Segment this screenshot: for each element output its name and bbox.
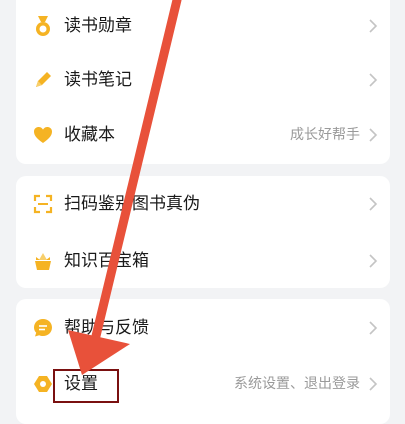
chevron-right-icon xyxy=(369,19,378,33)
menu-item-subtitle: 系统设置、退出登录 xyxy=(234,376,360,392)
treasure-box-icon xyxy=(35,253,51,270)
menu-item-label: 收藏本 xyxy=(64,125,115,145)
chevron-right-icon xyxy=(369,197,378,211)
menu-item-label: 知识百宝箱 xyxy=(64,251,149,271)
heart-icon xyxy=(34,127,52,143)
chat-bubble-icon xyxy=(34,319,52,337)
chevron-right-icon xyxy=(369,254,378,268)
chevron-right-icon xyxy=(369,73,378,87)
menu-item-subtitle: 成长好帮手 xyxy=(290,127,360,143)
settings-icon xyxy=(34,376,52,392)
menu-item-reading-notes[interactable]: 读书笔记 xyxy=(16,60,390,100)
menu-group-2: 扫码鉴别图书真伪 知识百宝箱 xyxy=(16,176,390,288)
chevron-right-icon xyxy=(369,377,378,391)
annotation-highlight-box xyxy=(53,369,119,403)
menu-item-knowledge-treasure-box[interactable]: 知识百宝箱 xyxy=(16,241,390,281)
menu-item-help-feedback[interactable]: 帮助与反馈 xyxy=(16,308,390,348)
menu-item-favorites[interactable]: 收藏本 成长好帮手 xyxy=(16,115,390,155)
menu-group-3: 帮助与反馈 设置 系统设置、退出登录 xyxy=(16,299,390,424)
chevron-right-icon xyxy=(369,128,378,142)
menu-item-label: 读书勋章 xyxy=(64,16,132,36)
menu-item-reading-medals[interactable]: 读书勋章 xyxy=(16,6,390,46)
menu-item-label: 读书笔记 xyxy=(64,70,132,90)
menu-item-label: 扫码鉴别图书真伪 xyxy=(64,194,200,214)
menu-group-1: 读书勋章 读书笔记 收藏本 成长好帮手 xyxy=(16,0,390,164)
pencil-icon xyxy=(36,72,51,87)
scan-icon xyxy=(33,194,53,214)
menu-item-label: 帮助与反馈 xyxy=(64,318,149,338)
menu-item-scan-verify-book[interactable]: 扫码鉴别图书真伪 xyxy=(16,184,390,224)
chevron-right-icon xyxy=(369,321,378,335)
medal-icon xyxy=(36,16,50,36)
